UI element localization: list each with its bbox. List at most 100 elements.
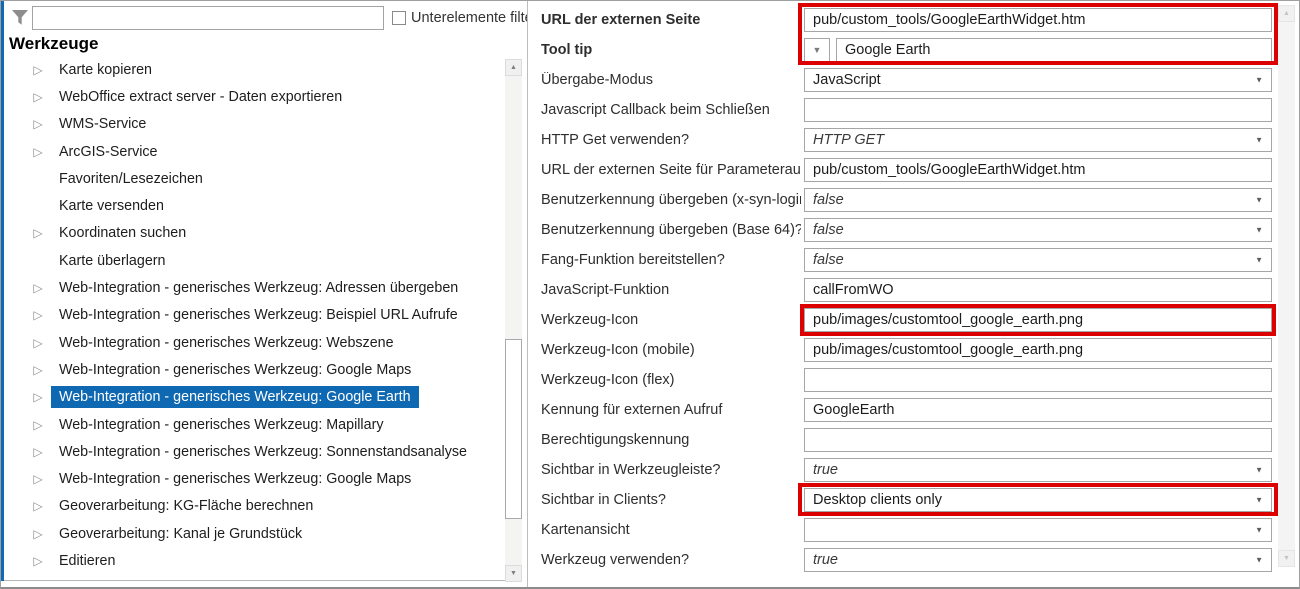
tree-item-label: Geoverarbeitung: KG-Fläche berechnen <box>51 495 321 517</box>
chevron-down-icon: ▼ <box>1255 526 1263 535</box>
chevron-right-icon[interactable]: ▷ <box>31 117 45 131</box>
property-input[interactable] <box>805 399 1271 421</box>
property-row: URL der externen Seite <box>528 5 1299 35</box>
property-input-wrap[interactable] <box>804 308 1272 332</box>
tooltip-dropdown-button[interactable]: ▼ <box>804 38 830 62</box>
property-input-wrap[interactable] <box>804 278 1272 302</box>
tree-item[interactable]: ▷ <box>4 575 522 581</box>
property-input[interactable] <box>805 279 1271 301</box>
page-title: Werkzeuge <box>9 34 98 54</box>
chevron-right-icon[interactable]: ▷ <box>31 145 45 159</box>
tree-item[interactable]: ▷ Web-Integration - generisches Werkzeug:… <box>4 302 522 329</box>
tree-item[interactable]: ▷Web-Integration - generisches Werkzeug:… <box>4 384 522 411</box>
filter-input[interactable] <box>32 6 384 30</box>
scroll-down-button[interactable]: ▼ <box>1278 550 1295 567</box>
property-select[interactable]: false▼ <box>804 248 1272 272</box>
property-label: Werkzeug verwenden? <box>541 552 801 568</box>
property-input-wrap[interactable] <box>804 398 1272 422</box>
chevron-right-icon[interactable]: ▷ <box>31 308 45 322</box>
weboffice-author-window: Unterelemente filtern Werkzeuge ▷Karte k… <box>0 0 1300 589</box>
property-row: Kartenansicht▼ <box>528 515 1299 545</box>
tree-item[interactable]: ▷ Geoverarbeitung: Kanal je Grundstück <box>4 520 522 547</box>
property-select[interactable]: HTTP GET▼ <box>804 128 1272 152</box>
chevron-right-icon[interactable]: ▷ <box>31 363 45 377</box>
property-row: Werkzeug verwenden?true▼ <box>528 545 1299 575</box>
property-input-wrap[interactable] <box>836 38 1272 62</box>
property-select[interactable]: true▼ <box>804 548 1272 572</box>
chevron-right-icon[interactable]: ▷ <box>31 418 45 432</box>
property-input-wrap[interactable] <box>804 8 1272 32</box>
property-input-wrap[interactable] <box>804 338 1272 362</box>
chevron-down-icon: ▼ <box>1255 76 1263 85</box>
tree-scrollbar-thumb[interactable] <box>505 339 522 519</box>
scroll-up-button[interactable]: ▲ <box>505 59 522 76</box>
property-input[interactable] <box>805 159 1271 181</box>
tree-item[interactable]: ▷Koordinaten suchen <box>4 220 522 247</box>
property-input-wrap[interactable] <box>804 158 1272 182</box>
tree-item[interactable]: ▷WebOffice extract server - Daten export… <box>4 83 522 110</box>
tree-item[interactable]: ▷ Web-Integration - generisches Werkzeug:… <box>4 411 522 438</box>
chevron-right-icon[interactable]: ▷ <box>31 390 45 404</box>
property-select[interactable]: JavaScript▼ <box>804 68 1272 92</box>
property-input-wrap[interactable] <box>804 428 1272 452</box>
chevron-right-icon[interactable]: ▷ <box>31 226 45 240</box>
tree-item-label: Web-Integration - generisches Werkzeug: … <box>51 414 391 436</box>
property-input[interactable] <box>805 99 1271 121</box>
chevron-right-icon[interactable]: ▷ <box>31 445 45 459</box>
chevron-right-icon[interactable]: ▷ <box>31 527 45 541</box>
property-row: Werkzeug-Icon (flex) <box>528 365 1299 395</box>
tree-item[interactable]: ▷Web-Integration - generisches Werkzeug:… <box>4 465 522 492</box>
tree-item[interactable]: Favoriten/Lesezeichen <box>4 165 522 192</box>
property-select[interactable]: Desktop clients only▼ <box>804 488 1272 512</box>
tree-item-label: Geoverarbeitung: Kanal je Grundstück <box>51 523 310 545</box>
tree-item[interactable]: ▷Web-Integration - generisches Werkzeug:… <box>4 274 522 301</box>
property-select[interactable]: ▼ <box>804 518 1272 542</box>
property-input[interactable] <box>805 429 1271 451</box>
property-input[interactable] <box>805 339 1271 361</box>
property-select[interactable]: false▼ <box>804 218 1272 242</box>
property-row: Kennung für externen Aufruf <box>528 395 1299 425</box>
select-value: Desktop clients only <box>805 492 950 508</box>
tree-item[interactable]: ▷Web-Integration - generisches Werkzeug:… <box>4 438 522 465</box>
filter-bar: Unterelemente filtern <box>8 6 546 30</box>
property-select[interactable]: true▼ <box>804 458 1272 482</box>
tree-item[interactable]: ▷ Geoverarbeitung: KG-Fläche berechnen <box>4 493 522 520</box>
triangle-up-icon: ▲ <box>510 64 517 71</box>
property-input[interactable] <box>805 369 1271 391</box>
properties-scrollbar[interactable]: ▲ ▼ <box>1278 5 1295 567</box>
chevron-right-icon[interactable]: ▷ <box>31 499 45 513</box>
triangle-down-icon: ▼ <box>510 570 517 577</box>
scroll-up-button[interactable]: ▲ <box>1278 5 1295 22</box>
tree-item[interactable]: ▷Web-Integration - generisches Werkzeug:… <box>4 329 522 356</box>
chevron-right-icon[interactable]: ▷ <box>31 472 45 486</box>
subelements-filter-checkbox[interactable] <box>392 11 406 25</box>
tree-item[interactable]: Karte überlagern <box>4 247 522 274</box>
property-input[interactable] <box>805 309 1271 331</box>
tree-item[interactable]: ▷Karte kopieren <box>4 56 522 83</box>
chevron-right-icon[interactable]: ▷ <box>31 554 45 568</box>
tree-item-label: Karte versenden <box>51 195 172 217</box>
tree-item[interactable]: Karte versenden <box>4 192 522 219</box>
tree-item[interactable]: ▷ArcGIS-Service <box>4 138 522 165</box>
property-input-wrap[interactable] <box>804 368 1272 392</box>
filter-icon <box>8 7 32 29</box>
chevron-down-icon: ▼ <box>1255 136 1263 145</box>
property-label: Tool tip <box>541 42 801 58</box>
property-input[interactable] <box>837 39 1271 61</box>
chevron-right-icon[interactable]: ▷ <box>31 336 45 350</box>
scroll-down-button[interactable]: ▼ <box>505 565 522 582</box>
property-input-wrap[interactable] <box>804 98 1272 122</box>
tree-item-label: Web-Integration - generisches Werkzeug: … <box>51 304 466 326</box>
property-input[interactable] <box>805 9 1271 31</box>
tree-item[interactable]: ▷Editieren <box>4 547 522 574</box>
chevron-right-icon[interactable]: ▷ <box>31 281 45 295</box>
property-select[interactable]: false▼ <box>804 188 1272 212</box>
chevron-right-icon[interactable]: ▷ <box>31 90 45 104</box>
chevron-right-icon[interactable]: ▷ <box>31 63 45 77</box>
tree-scrollbar[interactable]: ▲ ▼ <box>505 59 522 582</box>
tree-item[interactable]: ▷Web-Integration - generisches Werkzeug:… <box>4 356 522 383</box>
tree-item-label: Favoriten/Lesezeichen <box>51 168 211 190</box>
property-row: HTTP Get verwenden?HTTP GET▼ <box>528 125 1299 155</box>
tree-item[interactable]: ▷WMS-Service <box>4 111 522 138</box>
triangle-down-icon: ▼ <box>1283 555 1290 562</box>
